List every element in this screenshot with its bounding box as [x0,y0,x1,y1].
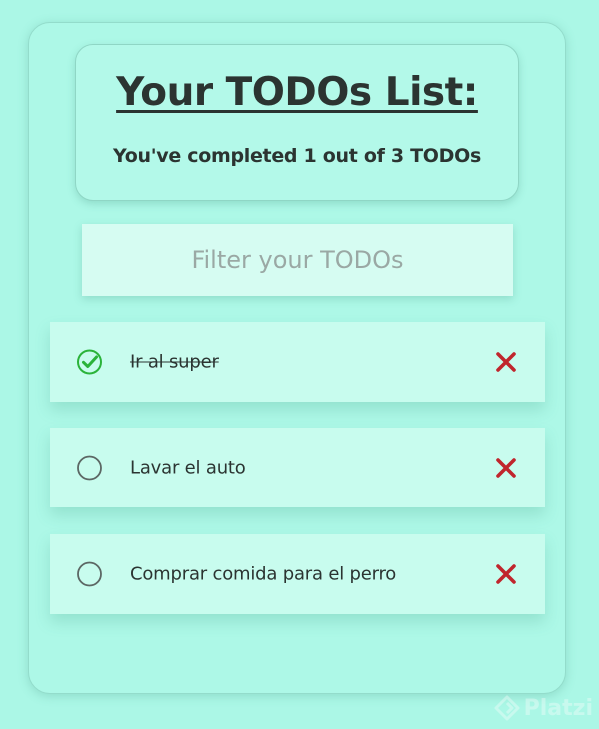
todo-text: Comprar comida para el perro [130,563,397,585]
todo-text: Lavar el auto [130,457,246,478]
header-card: Your TODOs List: You've completed 1 out … [75,44,519,201]
todo-counter: You've completed 1 out of 3 TODOs [113,145,481,167]
todo-list: Ir al super Lavar el auto Comprar comida… [50,322,545,640]
circle-icon[interactable] [76,454,103,481]
check-circle-icon[interactable] [76,349,103,376]
todo-text: Ir al super [130,351,219,373]
platzi-logo-icon [494,695,520,721]
filter-todos-input[interactable] [82,224,513,296]
circle-icon[interactable] [76,561,103,588]
page-title: Your TODOs List: [116,70,478,115]
todo-item: Lavar el auto [50,428,545,507]
todo-item: Ir al super [50,322,545,402]
x-icon[interactable] [494,456,518,480]
todo-item: Comprar comida para el perro [50,534,545,614]
watermark-text: Platzi [523,695,593,721]
platzi-watermark: Platzi [494,695,593,721]
x-icon[interactable] [494,350,518,374]
x-icon[interactable] [494,562,518,586]
